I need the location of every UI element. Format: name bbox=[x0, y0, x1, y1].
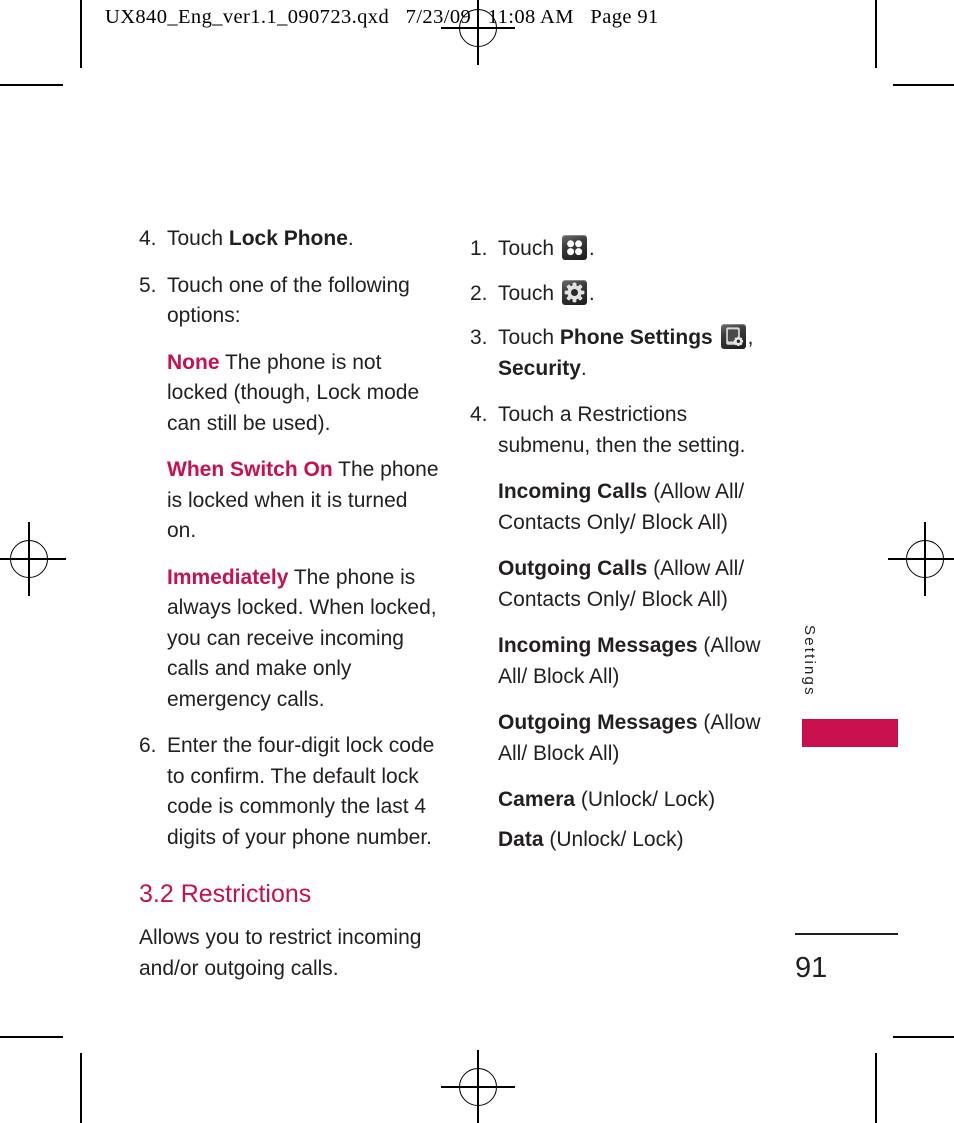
step-4-text-prefix: Touch bbox=[167, 227, 229, 250]
crop-mark-top-left-vertical bbox=[80, 0, 82, 68]
crop-mark-bottom-left-vertical bbox=[80, 1053, 82, 1123]
restriction-outgoing-messages-name: Outgoing Messages bbox=[498, 711, 698, 734]
right-step-2-prefix: Touch bbox=[498, 281, 560, 305]
right-step-4-text: Touch a Restrictions submenu, then the s… bbox=[498, 403, 746, 457]
step-4-number: 4. bbox=[139, 227, 157, 250]
crop-mark-top-right-vertical bbox=[875, 0, 877, 68]
restriction-incoming-messages-name: Incoming Messages bbox=[498, 634, 698, 657]
crop-mark-bottom-left-horizontal bbox=[0, 1036, 63, 1038]
option-none-term: None bbox=[167, 350, 220, 374]
side-tab-label: Settings bbox=[801, 625, 818, 697]
right-step-1-prefix: Touch bbox=[498, 237, 560, 260]
option-immediately: Immediately The phone is always locked. … bbox=[167, 563, 439, 716]
page-number: 91 bbox=[795, 952, 828, 984]
section-body-restrictions: Allows you to restrict incoming and/or o… bbox=[139, 926, 422, 980]
step-6-text: Enter the four-digit lock code to confir… bbox=[167, 734, 435, 849]
right-step-3-mid: , bbox=[747, 326, 754, 349]
crop-mark-bottom-right-vertical bbox=[875, 1053, 877, 1123]
right-column: 1. Touch . 2. Touch . 3. Touch Phone Set… bbox=[470, 234, 762, 871]
registration-mark-right bbox=[888, 522, 954, 596]
restriction-incoming-calls: Incoming Calls (Allow All/ Contacts Only… bbox=[498, 477, 762, 538]
right-step-4: 4. Touch a Restrictions submenu, then th… bbox=[470, 400, 762, 461]
app-grid-icon bbox=[561, 235, 587, 260]
side-tab-bar bbox=[802, 719, 898, 747]
restriction-outgoing-messages: Outgoing Messages (Allow All/ Block All) bbox=[498, 708, 762, 769]
right-step-2-suffix: . bbox=[588, 281, 595, 305]
step-6: 6. Enter the four-digit lock code to con… bbox=[139, 731, 439, 853]
step-5: 5. Touch one of the following options: bbox=[139, 271, 439, 332]
right-step-1: 1. Touch . bbox=[470, 234, 762, 265]
registration-mark-top-center bbox=[441, 0, 515, 65]
crop-mark-top-right-horizontal bbox=[893, 84, 954, 86]
step-5-number: 5. bbox=[139, 273, 157, 297]
gear-icon bbox=[561, 279, 587, 305]
registration-mark-bottom-center bbox=[441, 1050, 515, 1123]
restriction-data: Data (Unlock/ Lock) bbox=[498, 825, 762, 856]
restriction-incoming-calls-name: Incoming Calls bbox=[498, 480, 648, 503]
step-4-bold-term: Lock Phone bbox=[228, 227, 348, 250]
restriction-camera: Camera (Unlock/ Lock) bbox=[498, 785, 762, 816]
restriction-camera-values: (Unlock/ Lock) bbox=[575, 788, 716, 811]
right-step-3-number: 3. bbox=[470, 326, 488, 349]
right-step-1-number: 1. bbox=[470, 237, 488, 260]
registration-mark-left bbox=[0, 522, 66, 596]
restriction-camera-name: Camera bbox=[498, 788, 576, 811]
right-step-2: 2. Touch . bbox=[470, 279, 762, 310]
folio-rule bbox=[795, 933, 898, 935]
step-5-text: Touch one of the following options: bbox=[167, 273, 410, 328]
option-when-switch-on-term: When Switch On bbox=[167, 458, 333, 481]
left-column: 4. Touch Lock Phone. 5. Touch one of the… bbox=[139, 224, 439, 1000]
option-immediately-term: Immediately bbox=[167, 565, 289, 589]
option-none: None The phone is not locked (though, Lo… bbox=[167, 348, 439, 440]
option-when-switch-on: When Switch On The phone is locked when … bbox=[167, 455, 439, 547]
step-4-text-suffix: . bbox=[347, 227, 354, 250]
right-step-3-suffix: . bbox=[580, 356, 587, 380]
restriction-data-values: (Unlock/ Lock) bbox=[543, 827, 684, 851]
phone-settings-icon bbox=[720, 324, 746, 349]
step-4: 4. Touch Lock Phone. bbox=[139, 224, 439, 255]
right-step-4-number: 4. bbox=[470, 403, 488, 426]
restriction-incoming-messages: Incoming Messages (Allow All/ Block All) bbox=[498, 631, 762, 692]
right-step-3-bold-security: Security bbox=[498, 356, 581, 380]
manual-page: UX840_Eng_ver1.1_090723.qxd 7/23/09 11:0… bbox=[0, 0, 954, 1123]
right-step-3-bold-phone-settings: Phone Settings bbox=[559, 326, 713, 349]
section-heading-restrictions: 3.2 Restrictions bbox=[139, 880, 312, 908]
right-step-1-suffix: . bbox=[588, 237, 595, 260]
proof-header: UX840_Eng_ver1.1_090723.qxd 7/23/09 11:0… bbox=[105, 6, 659, 28]
right-step-3: 3. Touch Phone Settings , Security. bbox=[470, 323, 762, 384]
restriction-outgoing-calls: Outgoing Calls (Allow All/ Contacts Only… bbox=[498, 554, 762, 615]
right-step-3-prefix: Touch bbox=[498, 326, 560, 349]
step-6-number: 6. bbox=[139, 734, 157, 757]
crop-mark-top-left-horizontal bbox=[0, 84, 63, 86]
right-step-2-number: 2. bbox=[470, 281, 488, 305]
crop-mark-bottom-right-horizontal bbox=[893, 1036, 954, 1038]
restriction-outgoing-calls-name: Outgoing Calls bbox=[498, 557, 648, 580]
restriction-data-name: Data bbox=[498, 827, 544, 851]
